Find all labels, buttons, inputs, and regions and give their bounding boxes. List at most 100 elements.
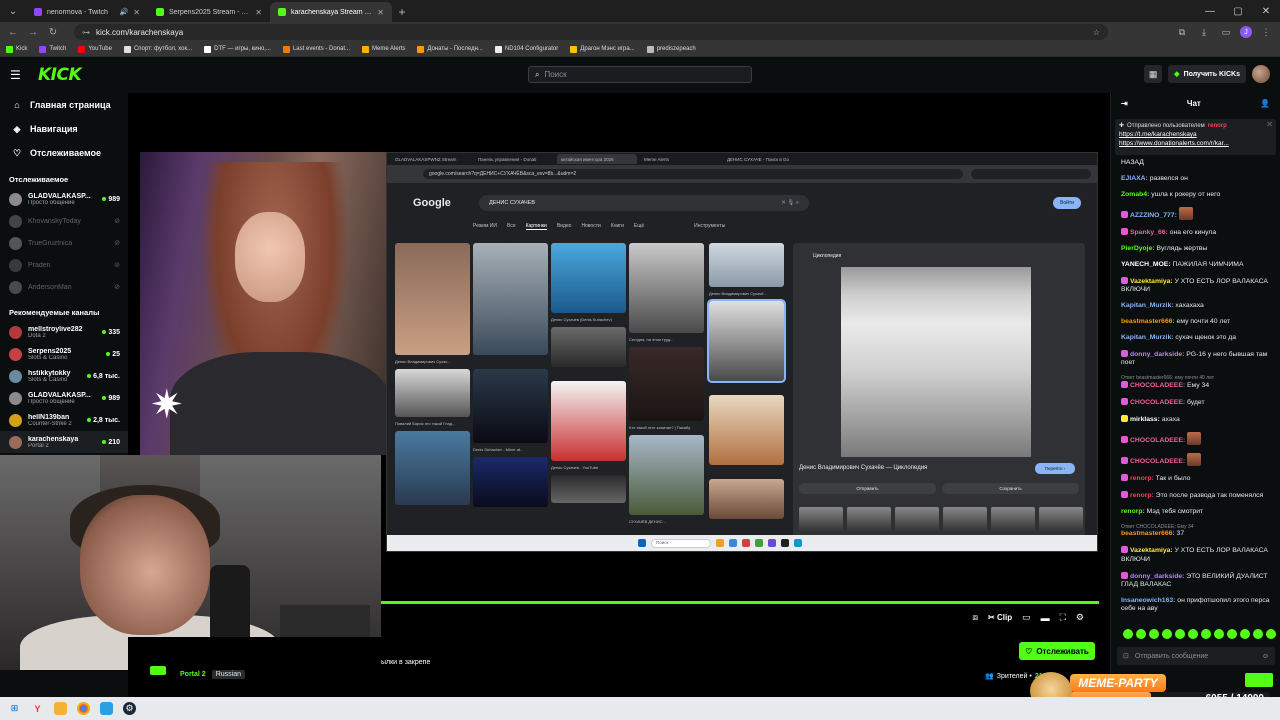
- tab-close-icon[interactable]: ✕: [133, 8, 140, 17]
- back-icon[interactable]: ←: [6, 27, 20, 38]
- language-tag[interactable]: Russian: [211, 670, 245, 679]
- sidebar-channel[interactable]: karachenskaya Portal 2 210: [0, 431, 128, 453]
- chat-message[interactable]: donny_darkside: PG-16 у него бывшая там …: [1121, 350, 1274, 367]
- chat-username[interactable]: renorp:: [1130, 475, 1154, 482]
- bookmark-item[interactable]: Спорт: футбол, хок...: [123, 45, 192, 53]
- chat-username[interactable]: Vazektamiya:: [1130, 547, 1173, 554]
- chat-username[interactable]: CHOCOLADEEE:: [1130, 458, 1185, 465]
- emote-icon[interactable]: [1253, 629, 1263, 639]
- close-icon[interactable]: ✕: [1252, 0, 1280, 22]
- chat-message[interactable]: CHOCOLADEEE:: [1121, 432, 1274, 446]
- pinned-message[interactable]: ✚ Отправлено пользователем renorp ⤫ http…: [1115, 119, 1276, 155]
- chat-username[interactable]: PierDyoje:: [1121, 245, 1155, 252]
- cast-icon[interactable]: ▭: [1218, 24, 1234, 40]
- audio-icon[interactable]: 🔊: [120, 8, 129, 16]
- chat-message[interactable]: renorp: Мэд тебя смотрит: [1121, 508, 1274, 516]
- emote-icon[interactable]: [1214, 629, 1224, 639]
- chat-username[interactable]: AZZZINO_777:: [1130, 212, 1177, 219]
- chat-username[interactable]: YANECH_MOE:: [1121, 261, 1171, 268]
- chat-username[interactable]: CHOCOLADEEE:: [1130, 437, 1185, 444]
- emote-icon[interactable]: [1266, 629, 1276, 639]
- emote-icon[interactable]: [1123, 629, 1133, 639]
- sidebar-channel[interactable]: TrueGruztnica ⊘: [0, 232, 128, 254]
- tab-search-icon[interactable]: ⌄: [0, 0, 26, 22]
- yandex-icon[interactable]: Y: [31, 702, 44, 715]
- sidebar-channel[interactable]: GLADVALAKASP... Просто общение 989: [0, 387, 128, 409]
- chat-message[interactable]: renorp: Так и было: [1121, 474, 1274, 483]
- chat-input[interactable]: ⊡ Отправить сообщение ☺: [1117, 647, 1275, 665]
- sidebar-channel[interactable]: Praden ⊘: [0, 254, 128, 276]
- sidebar-channel[interactable]: hstikkytokky Slots & Casino 6,8 тыс.: [0, 365, 128, 387]
- sidebar-channel[interactable]: mellstroylive282 Dota 2 335: [0, 321, 128, 343]
- bookmark-item[interactable]: Донаты - Последн...: [417, 45, 483, 53]
- pinned-link-2[interactable]: https://www.donationalerts.com/r/kar...: [1119, 140, 1259, 147]
- chat-message[interactable]: Kapitan_Murzik: сухач щенок это да: [1121, 334, 1274, 342]
- chat-message[interactable]: donny_darkside: ЭТО ВЕЛИКИЙ ДУАЛИСТ ГЛАД…: [1121, 571, 1274, 589]
- chat-message[interactable]: mirklass: ахаха: [1121, 415, 1274, 424]
- chat-username[interactable]: renorp:: [1121, 508, 1145, 515]
- chat-message[interactable]: renorp: Это после развода так поменялся: [1121, 491, 1274, 500]
- chat-message[interactable]: EJIAXA: развелся он: [1121, 175, 1274, 183]
- emote-icon[interactable]: [1136, 629, 1146, 639]
- chat-username[interactable]: Zomab4:: [1121, 191, 1149, 198]
- chat-username[interactable]: mirklass:: [1130, 416, 1160, 423]
- settings-icon[interactable]: ⚙: [1076, 612, 1084, 623]
- chat-username[interactable]: CHOCOLADEEE:: [1130, 399, 1185, 406]
- maximize-icon[interactable]: ▢: [1224, 0, 1252, 22]
- follow-button[interactable]: ♡ Отслеживать: [1019, 642, 1095, 660]
- chat-message[interactable]: Kapitan_Murzik: хахахаха: [1121, 302, 1274, 310]
- chat-username[interactable]: Spanky_66:: [1130, 229, 1168, 236]
- bookmark-item[interactable]: prediszepeach: [646, 45, 696, 53]
- bookmark-star-icon[interactable]: ☆: [1093, 28, 1100, 37]
- sidebar-channel[interactable]: GLADVALAKASP... Просто общение 989: [0, 188, 128, 210]
- extensions-icon[interactable]: ⧉: [1174, 24, 1190, 40]
- chat-message[interactable]: Ответ beastmaster666: ему почти 40 лет CH…: [1121, 375, 1274, 390]
- drops-icon[interactable]: ▦: [1144, 65, 1163, 83]
- tab-close-icon[interactable]: ✕: [255, 8, 262, 17]
- chat-message[interactable]: CHOCOLADEEE: будет: [1121, 398, 1274, 407]
- chat-username[interactable]: donny_darkside:: [1130, 351, 1184, 358]
- user-avatar[interactable]: [1252, 65, 1270, 83]
- site-info-icon[interactable]: ⊶: [82, 28, 90, 37]
- bookmark-item[interactable]: ND104 Configurator: [494, 45, 558, 53]
- chat-username[interactable]: Insaneowich163:: [1121, 597, 1175, 604]
- url-field[interactable]: ⊶ kick.com/karachenskaya ☆: [74, 24, 1108, 40]
- emoji-picker-icon[interactable]: ☺: [1262, 653, 1269, 660]
- category-link[interactable]: Portal 2: [180, 671, 206, 678]
- browser-tab[interactable]: karachenskaya Stream - Watch ✕: [270, 2, 392, 22]
- emote-icon[interactable]: [1188, 629, 1198, 639]
- pinned-link-1[interactable]: https://t.me/karachenskaya: [1119, 131, 1259, 138]
- bookmark-item[interactable]: Meme Alerts: [362, 45, 405, 53]
- chat-username[interactable]: renorp:: [1130, 492, 1154, 499]
- sidebar-nav-item[interactable]: ◈ Навигация: [0, 117, 128, 141]
- search-input[interactable]: ⌕ Поиск: [528, 66, 752, 83]
- sidebar-nav-item[interactable]: ♡ Отслеживаемое: [0, 141, 128, 165]
- menu-icon[interactable]: ⋮: [1258, 24, 1274, 40]
- unpin-icon[interactable]: ⤫: [1267, 122, 1272, 129]
- chat-username[interactable]: Kapitan_Murzik:: [1121, 334, 1174, 341]
- browser-tab[interactable]: nenormova - Twitch 🔊 ✕: [26, 2, 148, 22]
- clip-button[interactable]: ✂ Clip: [988, 613, 1012, 622]
- chat-username[interactable]: beastmaster666:: [1121, 530, 1175, 537]
- chrome-icon[interactable]: [77, 702, 90, 715]
- bookmark-item[interactable]: Kick: [6, 45, 27, 53]
- sidebar-channel[interactable]: AndersonMan ⊘: [0, 276, 128, 298]
- bookmark-item[interactable]: DTF — игры, кино,...: [204, 45, 271, 53]
- tab-close-icon[interactable]: ✕: [377, 8, 384, 17]
- chat-message[interactable]: beastmaster666: ему почти 40 лет: [1121, 318, 1274, 326]
- chat-username[interactable]: CHOCOLADEEE:: [1130, 382, 1185, 389]
- minimize-icon[interactable]: —: [1196, 0, 1224, 22]
- browser-tab[interactable]: Serpens2025 Stream - Watch L ✕: [148, 2, 270, 22]
- chat-username[interactable]: EJIAXA:: [1121, 175, 1148, 182]
- emote-icon[interactable]: [1175, 629, 1185, 639]
- sidebar-channel[interactable]: KhovanskyToday ⊘: [0, 210, 128, 232]
- chat-message[interactable]: Zomab4: ушла к рокеру от него: [1121, 191, 1274, 199]
- new-tab-button[interactable]: +: [392, 2, 412, 22]
- chat-message[interactable]: Vazektamiya: У ХТО ЕСТЬ ЛОР ВАЛАКАСА ВКЛ…: [1121, 277, 1274, 294]
- windows-start-icon[interactable]: ⊞: [8, 702, 21, 715]
- bookmark-item[interactable]: Twitch: [39, 45, 66, 53]
- theater-mode-icon[interactable]: ▭: [1022, 612, 1031, 623]
- chat-username[interactable]: donny_darkside:: [1130, 573, 1184, 580]
- emote-icon[interactable]: [1162, 629, 1172, 639]
- sidebar-nav-item[interactable]: ⌂ Главная страница: [0, 93, 128, 117]
